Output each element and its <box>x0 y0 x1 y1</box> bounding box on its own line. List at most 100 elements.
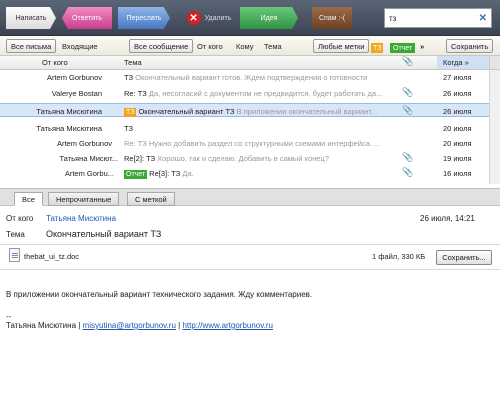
signature-email-link[interactable]: misyutina@artgorbunov.ru <box>83 321 176 330</box>
list-tabs: Все Непрочитанные С меткой <box>0 188 500 206</box>
message-body: В приложении окончательный вариант техни… <box>6 290 313 299</box>
message-list: Artem Gorbunov ТЗ Окончательный вариант … <box>0 70 489 184</box>
message-row[interactable]: Татьяна Мисют... Re[2]: ТЗ Хорошо, так и… <box>0 151 489 165</box>
subject-prefix: Re[3]: <box>149 169 172 178</box>
tab-unread[interactable]: Непрочитанные <box>48 192 120 206</box>
message-tag: Отчет <box>124 170 148 179</box>
message-subject: Отчет Re[3]: ТЗ Да. <box>124 169 396 179</box>
filter-all-labels-button[interactable]: Любые метки <box>313 39 370 53</box>
forward-button[interactable]: Переслать <box>118 7 170 29</box>
filter-to[interactable]: Кому <box>236 39 254 53</box>
snippet-text: Окончательный вариант готов. Ждем подтве… <box>135 73 368 82</box>
list-scrollbar[interactable] <box>489 70 500 184</box>
snippet-text: Нужно добавить раздел со структурными сх… <box>148 139 381 148</box>
attachment-icon: 📎 <box>402 167 414 177</box>
compose-button[interactable]: Написать <box>6 7 56 29</box>
subject-text: ТЗ <box>124 73 134 82</box>
filter-tag-report[interactable]: Отчет <box>390 41 416 55</box>
filter-all-mail-button[interactable]: Все письма <box>6 39 57 53</box>
sort-more-icon: » <box>464 58 469 67</box>
filter-inbox[interactable]: Входящие <box>62 39 98 53</box>
message-from: Artem Gorbunov <box>56 139 112 148</box>
subject-text: ТЗ <box>137 89 147 98</box>
reply-button[interactable]: Ответить <box>62 7 112 29</box>
search-box[interactable]: тз ✕ <box>384 8 492 28</box>
preview-date: 26 июля, 14:21 <box>420 214 475 223</box>
subject-prefix: Re: <box>124 89 138 98</box>
message-row[interactable]: Татьяна Мисютина ТЗ 20 июля <box>0 121 489 135</box>
signature-url-link[interactable]: http://www.artgorbunov.ru <box>182 321 273 330</box>
snippet-text: Да. <box>182 169 194 178</box>
message-from: Valerye Bostan <box>51 89 102 98</box>
doc-file-icon[interactable] <box>9 248 20 262</box>
attachment-info: 1 файл, 330 КБ <box>372 252 426 261</box>
save-filter-button[interactable]: Сохранить <box>446 39 494 53</box>
attachment-icon: 📎 <box>402 105 414 115</box>
column-attachment-icon[interactable]: 📎 <box>402 56 413 67</box>
attachment-name[interactable]: thebat_ui_tz.doc <box>24 252 79 261</box>
filter-from[interactable]: От кого <box>197 39 223 53</box>
message-subject: Re: ТЗ Да, несогласий с документом не пр… <box>124 89 396 98</box>
preview-topic-label: Тема <box>6 230 25 239</box>
subject-text: Окончательный вариант ТЗ <box>138 107 235 116</box>
subject-text: ТЗ <box>171 169 181 178</box>
delete-icon: ✕ <box>186 11 201 25</box>
attachment-icon: 📎 <box>402 152 414 162</box>
preview-topic: Окончательный вариант ТЗ <box>46 229 162 239</box>
preview-from-name[interactable]: Татьяна Мисютина <box>46 214 116 223</box>
message-row[interactable]: Valerye Bostan Re: ТЗ Да, несогласий с д… <box>0 86 489 100</box>
spam-button[interactable]: Спам :-( <box>312 7 352 29</box>
signature: Татьяна Мисютина | misyutina@artgorbunov… <box>6 321 273 330</box>
message-date: 20 июля <box>443 139 472 148</box>
column-headers: От кого Тема 📎 Когда » <box>0 56 500 70</box>
delete-label: Удалить <box>204 14 232 22</box>
column-when-label: Когда <box>443 58 463 67</box>
message-from: Artem Gorbu... <box>64 169 114 178</box>
filter-topic[interactable]: Тема <box>264 39 282 53</box>
divider <box>0 244 500 245</box>
message-subject: Re: ТЗ Нужно добавить раздел со структур… <box>124 139 396 148</box>
message-subject: ТЗ Окончательный вариант ТЗ В приложении … <box>124 107 396 117</box>
tab-all[interactable]: Все <box>14 192 43 206</box>
idea-button[interactable]: Идея <box>240 7 298 29</box>
column-from[interactable]: От кого <box>42 58 68 67</box>
message-row[interactable]: Artem Gorbu... Отчет Re[3]: ТЗ Да. 📎 16 и… <box>0 166 489 180</box>
column-when[interactable]: Когда » <box>437 56 489 69</box>
snippet-text: В приложении окончательный вариант... <box>236 107 378 116</box>
signature-name: Татьяна Мисютина | <box>6 321 83 330</box>
attachment-icon: 📎 <box>402 87 414 97</box>
scroll-corner <box>489 56 500 69</box>
main-toolbar: Написать Ответить Переслать ✕ Удалить Ид… <box>0 0 500 36</box>
message-row[interactable]: Artem Gorbunov ТЗ Окончательный вариант … <box>0 70 489 84</box>
message-subject: ТЗ <box>124 124 396 133</box>
column-subject[interactable]: Тема <box>124 58 142 67</box>
message-date: 19 июля <box>443 154 472 163</box>
message-from: Татьяна Мисютина <box>36 124 102 133</box>
save-as-button[interactable]: Сохранить... <box>436 250 492 265</box>
message-from: Татьяна Мисют... <box>59 154 118 163</box>
message-date: 27 июля <box>443 73 472 82</box>
message-subject: ТЗ Окончательный вариант готов. Ждем под… <box>124 73 396 82</box>
snippet-text: Да, несогласий с документом не предвидит… <box>148 89 383 98</box>
filter-bar: Все письма Входящие Все сообщение От ког… <box>0 36 500 56</box>
snippet-text: Хорошо, так и сделаю. Добавить в самый к… <box>157 154 329 163</box>
filter-more[interactable]: » <box>420 39 424 53</box>
message-tag: ТЗ <box>124 108 137 117</box>
search-input[interactable]: тз <box>389 14 479 23</box>
message-row[interactable]: Artem Gorbunov Re: ТЗ Нужно добавить раз… <box>0 136 489 150</box>
message-row-selected[interactable]: Татьяна Мисютина ТЗ Окончательный вариант… <box>0 103 489 117</box>
subject-text: ТЗ <box>146 154 156 163</box>
message-from: Artem Gorbunov <box>46 73 102 82</box>
message-date: 20 июля <box>443 124 472 133</box>
filter-tag-tz[interactable]: ТЗ <box>371 41 384 55</box>
subject-text: ТЗ <box>137 139 147 148</box>
clear-search-icon[interactable]: ✕ <box>479 13 487 24</box>
message-subject: Re[2]: ТЗ Хорошо, так и сделаю. Добавить… <box>124 154 396 163</box>
message-preview: От кого Татьяна Мисютина 26 июля, 14:21 … <box>0 206 500 418</box>
message-date: 16 июля <box>443 169 472 178</box>
filter-all-messages-button[interactable]: Все сообщение <box>129 39 194 53</box>
tab-labeled[interactable]: С меткой <box>127 192 175 206</box>
delete-button[interactable]: ✕ Удалить <box>184 7 234 29</box>
tag-report-label: Отчет <box>390 43 416 53</box>
preview-from-label: От кого <box>6 214 34 223</box>
